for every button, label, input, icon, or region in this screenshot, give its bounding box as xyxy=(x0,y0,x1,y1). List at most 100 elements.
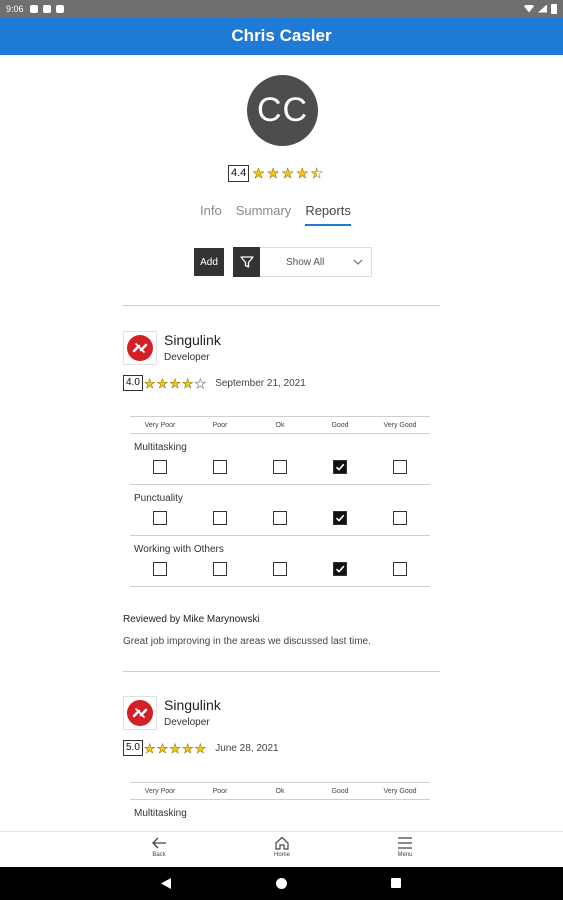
rating-checkbox[interactable] xyxy=(333,511,347,525)
star-empty-icon: ★ xyxy=(194,375,207,391)
grid-column-label: Very Good xyxy=(383,787,417,795)
add-button[interactable]: Add xyxy=(194,248,224,276)
grid-column-label: Poor xyxy=(212,787,228,795)
nav-home-label: Home xyxy=(273,852,290,858)
review-comment: Great job improving in the areas we disc… xyxy=(123,636,371,647)
company-role: Developer xyxy=(164,717,210,728)
grid-column-label: Poor xyxy=(212,421,228,429)
checkmark-icon xyxy=(335,565,345,573)
home-icon xyxy=(275,836,289,850)
add-button-label: Add xyxy=(200,256,218,268)
tab-info[interactable]: Info xyxy=(200,203,222,226)
rating-value: 4.4 xyxy=(228,165,250,182)
rating-checkbox[interactable] xyxy=(213,460,227,474)
grid-column-label: Very Good xyxy=(383,421,417,429)
report-toolbar: Add Show All xyxy=(194,247,372,277)
company-role: Developer xyxy=(164,352,210,363)
company-logo xyxy=(123,696,157,730)
star-filled-icon: ★ xyxy=(194,740,207,756)
reviewer-name: Reviewed by Mike Marynowski xyxy=(123,614,260,625)
report-rating: 5.0 ★ ★ ★ ★ ★ June 28, 2021 xyxy=(123,740,279,756)
star-filled-icon: ★ xyxy=(156,740,169,756)
main-content[interactable]: CC 4.4 ★ ★ ★ ★ ★ Info Summary Reports Add Sh… xyxy=(0,55,563,831)
rating-checkbox[interactable] xyxy=(273,562,287,576)
rating-checkbox[interactable] xyxy=(393,511,407,525)
report-rating: 4.0 ★ ★ ★ ★ ★ September 21, 2021 xyxy=(123,375,306,391)
grid-column-label: Good xyxy=(331,421,349,429)
rating-grid: Very Poor Poor Ok Good Very Good Multitasking… xyxy=(130,416,430,587)
tab-bar: Info Summary Reports xyxy=(200,203,351,226)
star-rating: ★ ★ ★ ★ ★ xyxy=(252,165,323,181)
rating-value: 4.0 xyxy=(123,375,143,391)
filter-button[interactable] xyxy=(233,247,260,277)
grid-header: Very Poor Poor Ok Good Very Good xyxy=(130,416,430,434)
star-filled-icon: ★ xyxy=(143,375,156,391)
rating-checkbox[interactable] xyxy=(273,460,287,474)
system-nav-bar xyxy=(0,867,563,900)
system-recents-icon[interactable] xyxy=(390,877,402,889)
tab-reports[interactable]: Reports xyxy=(305,203,351,226)
rating-checkbox[interactable] xyxy=(153,511,167,525)
rating-checkbox[interactable] xyxy=(393,460,407,474)
star-filled-icon: ★ xyxy=(156,375,169,391)
rating-value: 5.0 xyxy=(123,740,143,756)
filter-select-value: Show All xyxy=(286,256,325,268)
checkmark-icon xyxy=(335,514,345,522)
rating-checkbox[interactable] xyxy=(153,460,167,474)
star-rating: ★ ★ ★ ★ ★ xyxy=(143,740,207,756)
grid-column-label: Very Poor xyxy=(144,421,176,429)
grid-column-label: Ok xyxy=(275,421,285,429)
rating-checkbox[interactable] xyxy=(333,562,347,576)
page-title: Chris Casler xyxy=(231,26,332,45)
criterion-row: Punctuality xyxy=(130,485,430,536)
rating-checkbox[interactable] xyxy=(213,511,227,525)
status-bar: 9:06 xyxy=(0,0,563,17)
star-rating: ★ ★ ★ ★ ★ xyxy=(143,375,207,391)
system-back-icon[interactable] xyxy=(160,877,172,890)
star-filled-icon: ★ xyxy=(181,740,194,756)
signal-icon xyxy=(538,4,547,13)
rating-checkbox[interactable] xyxy=(153,562,167,576)
notification-icon xyxy=(29,4,38,13)
star-filled-icon: ★ xyxy=(169,740,181,756)
criterion-row: Multitasking xyxy=(130,800,430,831)
singulink-logo-icon xyxy=(127,335,153,361)
star-filled-icon: ★ xyxy=(281,165,294,181)
bottom-nav: Back Home Menu xyxy=(0,831,563,867)
avatar-initials: CC xyxy=(256,91,309,129)
grid-column-label: Good xyxy=(331,787,349,795)
nav-back[interactable]: Back xyxy=(139,836,179,858)
filter-select[interactable]: Show All xyxy=(260,247,372,277)
battery-icon xyxy=(551,3,557,14)
status-time: 9:06 xyxy=(6,3,24,14)
tab-summary[interactable]: Summary xyxy=(236,203,292,226)
divider xyxy=(123,671,440,672)
back-arrow-icon xyxy=(152,837,166,849)
report-date: September 21, 2021 xyxy=(215,377,306,389)
star-filled-icon: ★ xyxy=(143,740,156,756)
grid-column-label: Ok xyxy=(275,787,285,795)
avatar: CC xyxy=(247,75,318,146)
star-filled-icon: ★ xyxy=(252,165,265,181)
singulink-logo-icon xyxy=(127,700,153,726)
company-logo xyxy=(123,331,157,365)
system-home-icon[interactable] xyxy=(275,877,288,890)
company-name: Singulink xyxy=(164,332,221,348)
rating-checkbox[interactable] xyxy=(393,562,407,576)
grid-column-label: Very Poor xyxy=(144,787,176,795)
nav-home[interactable]: Home xyxy=(262,836,302,858)
rating-checkbox[interactable] xyxy=(273,511,287,525)
report-card: Singulink Developer 5.0 ★ ★ ★ ★ ★ June 28, 2… xyxy=(123,696,440,831)
criterion-row: Multitasking xyxy=(130,434,430,485)
star-filled-icon: ★ xyxy=(266,165,280,181)
rating-checkbox[interactable] xyxy=(213,562,227,576)
notification-icon xyxy=(42,4,51,13)
app-header: Chris Casler xyxy=(0,17,563,55)
criterion-label: Working with Others xyxy=(134,544,224,555)
chevron-down-icon xyxy=(353,259,363,265)
nav-menu[interactable]: Menu xyxy=(385,836,425,858)
rating-checkbox[interactable] xyxy=(333,460,347,474)
star-filled-icon: ★ xyxy=(181,375,194,391)
grid-header: Very Poor Poor Ok Good Very Good xyxy=(130,782,430,800)
divider xyxy=(123,305,440,306)
